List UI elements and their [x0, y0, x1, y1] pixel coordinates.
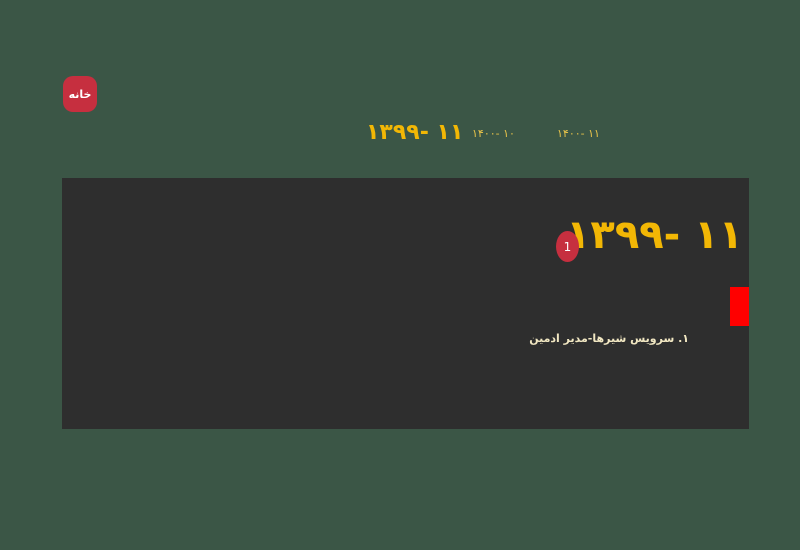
panel-title: ۱۱ -۱۳۹۹: [565, 212, 743, 258]
service-list-item[interactable]: ۱. سرویس شیرها-مدیر ادمین: [529, 332, 689, 345]
tab-period-1400-11[interactable]: ۱۱ -۱۴۰۰: [557, 127, 600, 140]
tab-period-1400-10[interactable]: ۱۰ -۱۴۰۰: [472, 127, 515, 140]
home-button[interactable]: خانه: [63, 76, 97, 112]
active-marker: [730, 287, 749, 326]
tab-period-1399-11[interactable]: ۱۱ -۱۳۹۹: [366, 120, 463, 145]
count-badge: 1: [556, 231, 579, 262]
period-panel: ۱۱ -۱۳۹۹ 1 ۱. سرویس شیرها-مدیر ادمین: [62, 178, 749, 429]
